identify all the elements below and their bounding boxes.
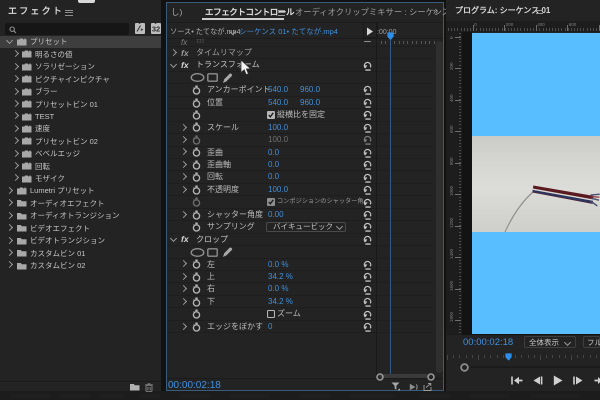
- svg-text:32: 32: [151, 24, 159, 33]
